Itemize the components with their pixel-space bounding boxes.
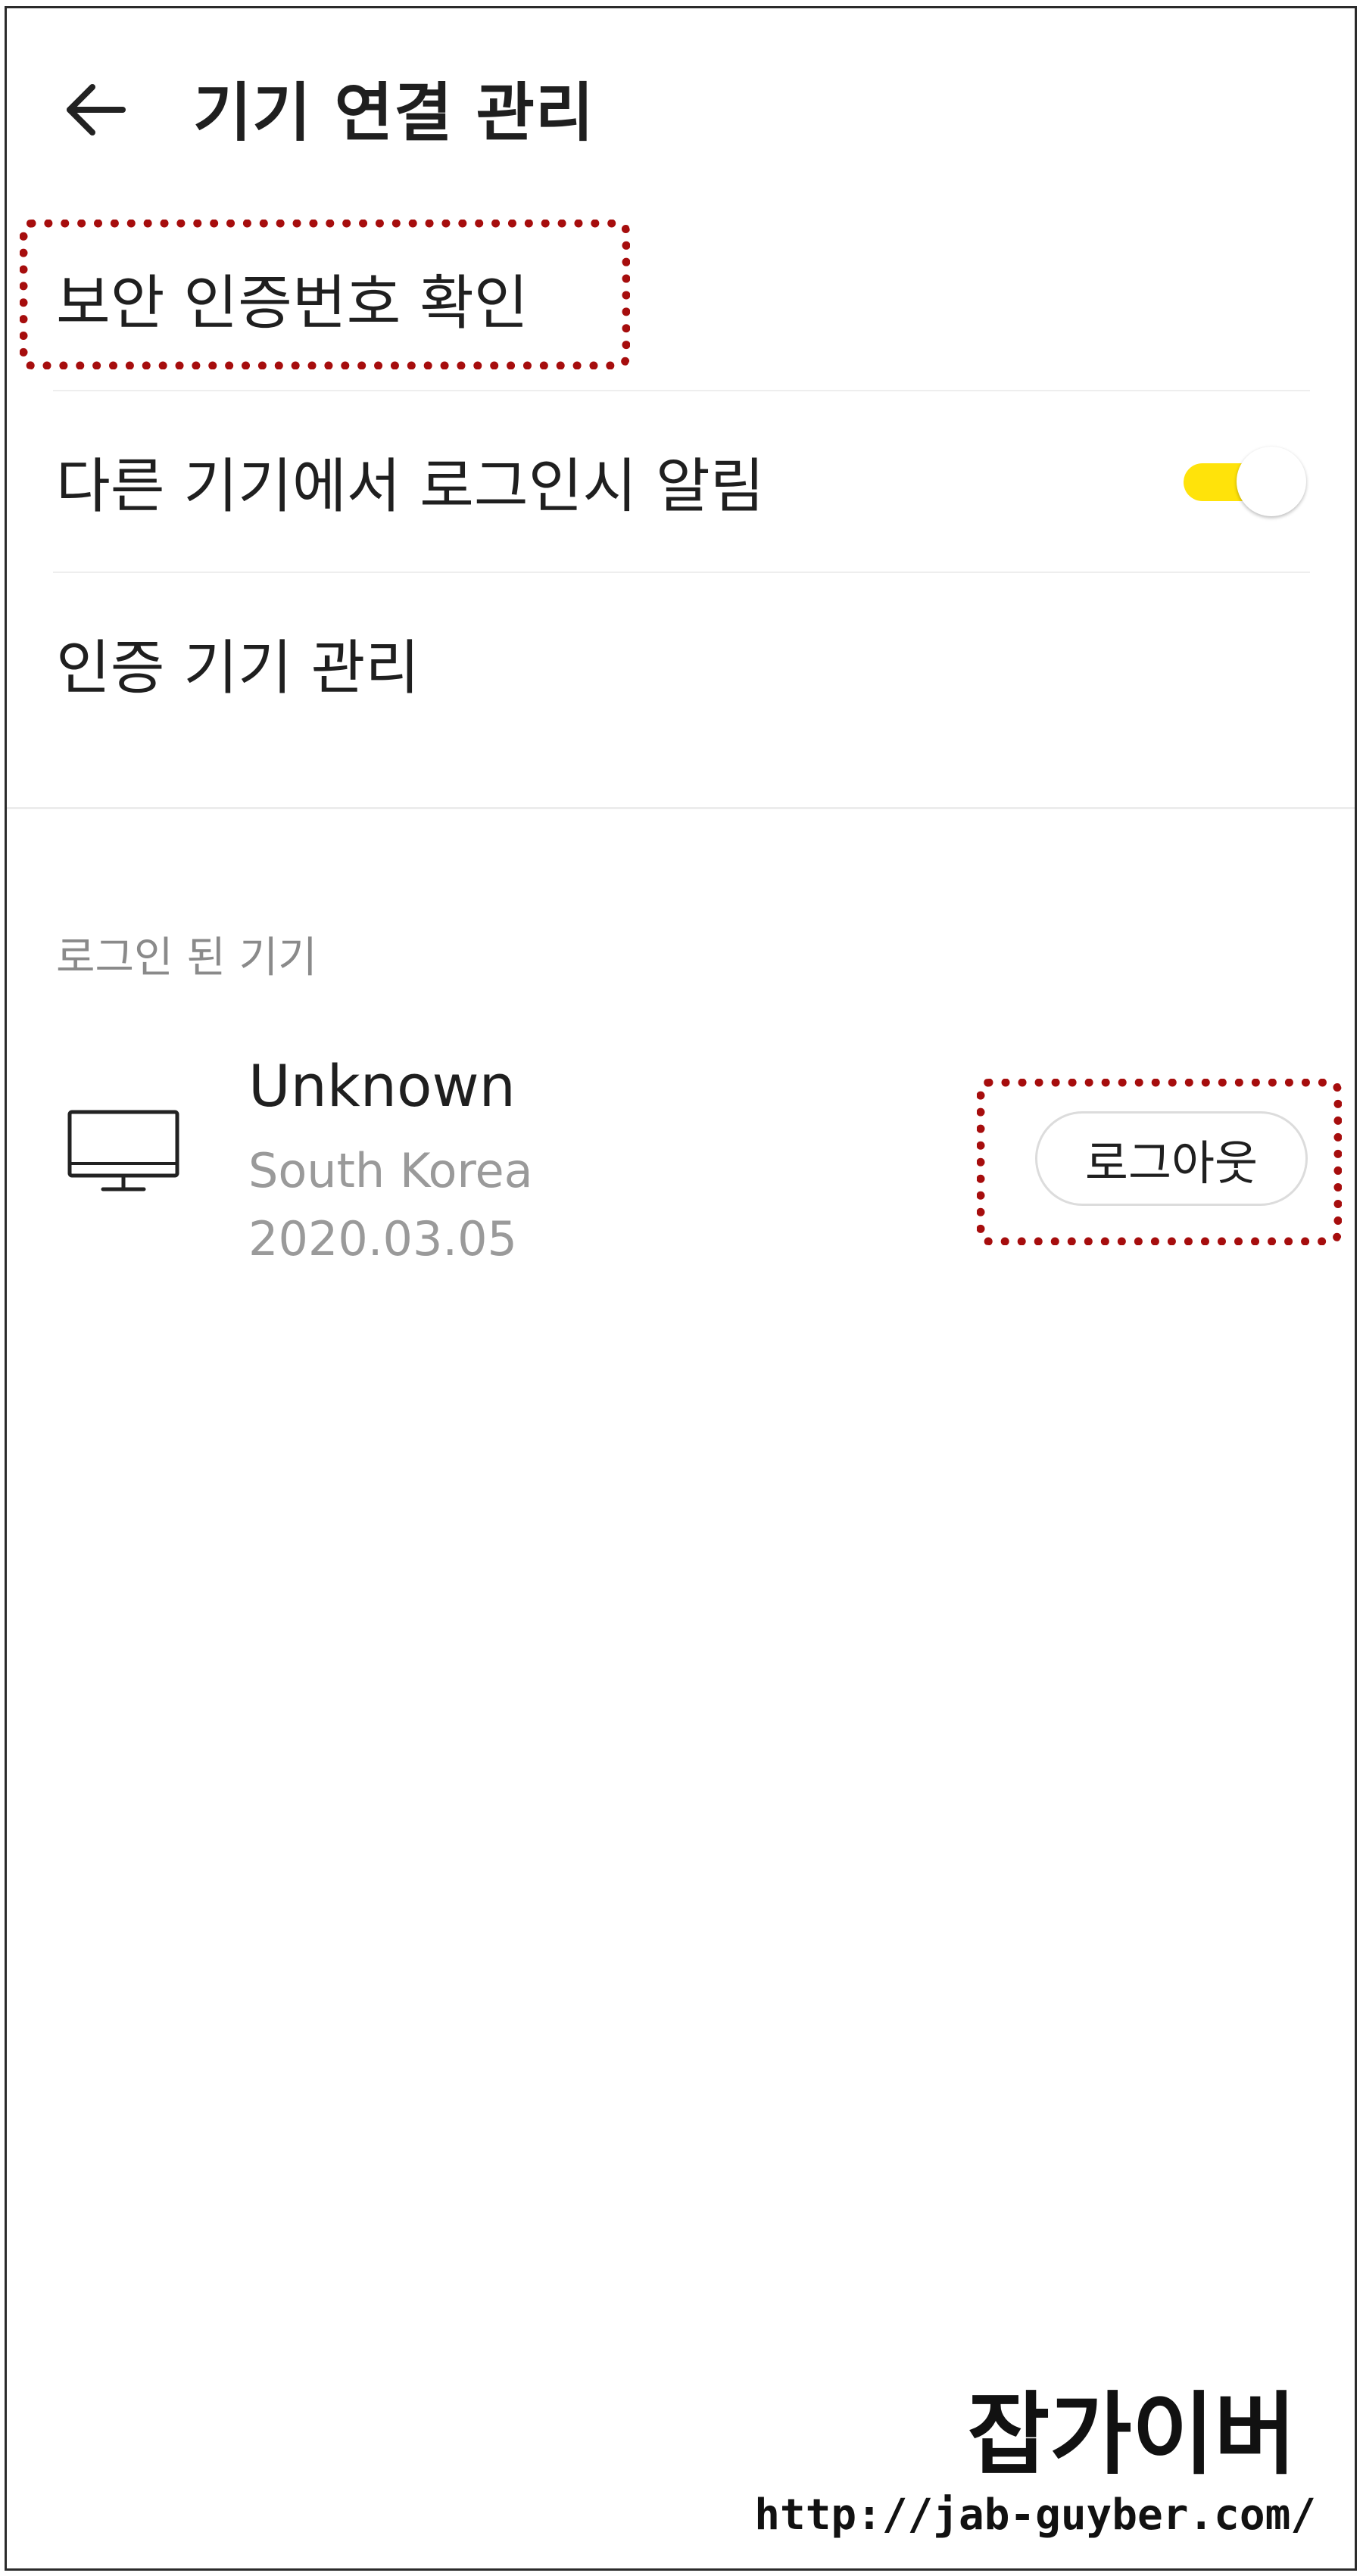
- divider: [53, 390, 1310, 391]
- watermark-url: http://jab-guyber.com/: [754, 2490, 1316, 2540]
- section-separator: [7, 807, 1355, 809]
- login-alert-toggle[interactable]: [1177, 447, 1310, 516]
- toggle-knob: [1237, 447, 1306, 516]
- divider: [53, 572, 1310, 573]
- device-name: Unknown: [248, 1052, 516, 1120]
- arrow-left-icon: [67, 84, 126, 135]
- device-location: South Korea: [248, 1143, 533, 1198]
- logout-button[interactable]: 로그아웃: [1035, 1111, 1308, 1206]
- desktop-monitor-icon: [67, 1110, 179, 1191]
- watermark-title: 잡가이버: [967, 2382, 1296, 2487]
- page-title: 기기 연결 관리: [193, 76, 595, 150]
- login-alert-label: 다른 기기에서 로그인시 알림: [56, 453, 765, 521]
- back-button[interactable]: [53, 76, 136, 144]
- device-login-date: 2020.03.05: [248, 1211, 517, 1266]
- section-title: 로그인 된 기기: [56, 933, 317, 983]
- security-code-label: 보안 인증번호 확인: [56, 269, 529, 338]
- trusted-devices-label: 인증 기기 관리: [56, 634, 420, 702]
